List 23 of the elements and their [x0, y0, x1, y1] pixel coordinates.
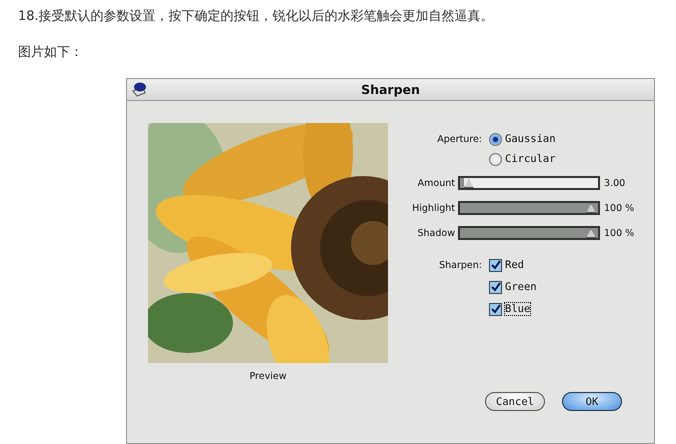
app-icon	[131, 82, 147, 97]
slider-value: 3.00	[604, 178, 626, 188]
preview-label: Preview	[250, 371, 286, 382]
sharpen-label: Sharpen:	[438, 260, 482, 270]
radio-option[interactable]: Circular	[488, 152, 557, 166]
paragraph-text: 图片如下：	[18, 44, 83, 62]
slider[interactable]	[458, 176, 600, 190]
radio-option[interactable]: Gaussian	[488, 132, 557, 146]
dialog-button[interactable]: OK	[562, 392, 622, 411]
dialog-button[interactable]: Cancel	[485, 392, 545, 411]
slider-value: 100 %	[604, 202, 634, 214]
slider[interactable]	[458, 226, 600, 240]
checkbox-option[interactable]: Green	[488, 280, 538, 294]
slider-label: Shadow	[416, 228, 455, 238]
slider[interactable]	[458, 201, 600, 215]
slider-label: Highlight	[411, 202, 455, 214]
paragraph-text: 18.接受默认的参数设置，按下确定的按钮，锐化以后的水彩笔触会更加自然逼真。	[18, 8, 494, 26]
slider-label: Amount	[416, 178, 455, 188]
slider-value: 100 %	[604, 228, 634, 238]
checkbox-option[interactable]: Blue	[488, 302, 532, 316]
window-title: Sharpen	[361, 82, 420, 97]
checkbox-option[interactable]: Red	[488, 258, 525, 272]
aperture-label: Aperture:	[436, 134, 482, 144]
